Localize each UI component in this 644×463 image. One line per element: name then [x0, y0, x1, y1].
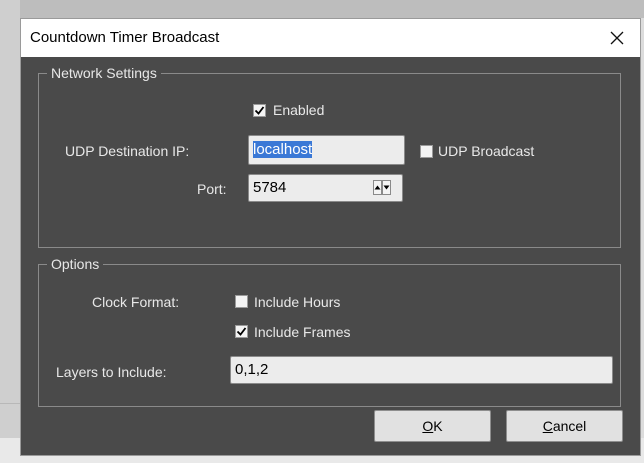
options-group: Options Clock Format: Include Hours Incl… — [38, 255, 621, 407]
cancel-mnemonic: C — [542, 418, 553, 434]
include-hours-label[interactable]: Include Hours — [254, 293, 340, 311]
background-area — [0, 0, 20, 463]
options-legend: Options — [47, 255, 104, 273]
background-area — [0, 0, 644, 18]
include-hours-checkbox[interactable] — [235, 295, 248, 308]
checkmark-icon — [254, 106, 265, 115]
udp-broadcast-checkbox[interactable] — [420, 145, 433, 158]
spin-up-button[interactable] — [373, 180, 382, 195]
background-divider — [0, 403, 22, 404]
network-settings-legend: Network Settings — [47, 64, 161, 82]
ok-mnemonic: O — [422, 418, 434, 434]
close-button[interactable] — [594, 19, 640, 57]
port-label: Port: — [197, 181, 227, 197]
spin-down-button[interactable] — [382, 180, 391, 195]
cancel-label-rest: ancel — [552, 418, 587, 434]
layers-to-include-value: 0,1,2 — [235, 361, 269, 378]
title-bar: Countdown Timer Broadcast — [21, 19, 640, 57]
checkmark-icon — [236, 327, 247, 336]
clock-format-label: Clock Format: — [92, 294, 180, 310]
udp-destination-ip-value: localhost — [253, 141, 313, 158]
cancel-button[interactable]: Cancel — [506, 410, 623, 442]
enabled-checkbox[interactable] — [253, 104, 266, 117]
udp-destination-ip-input[interactable]: localhost — [248, 135, 405, 165]
network-settings-group: Network Settings Enabled UDP Destination… — [38, 64, 621, 248]
enabled-label[interactable]: Enabled — [273, 101, 324, 119]
ok-label-rest: K — [433, 418, 443, 434]
layers-to-include-input[interactable]: 0,1,2 — [230, 356, 613, 384]
udp-broadcast-label[interactable]: UDP Broadcast — [438, 142, 534, 160]
spin-down-icon — [383, 185, 390, 190]
close-icon — [610, 31, 624, 45]
udp-destination-ip-label: UDP Destination IP: — [65, 143, 190, 159]
spin-up-icon — [374, 185, 381, 190]
port-value: 5784 — [253, 179, 287, 196]
countdown-timer-dialog: Countdown Timer Broadcast Network Settin… — [20, 18, 641, 456]
port-spinner[interactable] — [373, 180, 391, 195]
ok-button[interactable]: OK — [374, 410, 491, 442]
window-title: Countdown Timer Broadcast — [30, 29, 220, 46]
dialog-client-area: Network Settings Enabled UDP Destination… — [21, 57, 640, 455]
layers-to-include-label: Layers to Include: — [56, 364, 167, 380]
include-frames-checkbox[interactable] — [235, 325, 248, 338]
include-frames-label[interactable]: Include Frames — [254, 323, 350, 341]
